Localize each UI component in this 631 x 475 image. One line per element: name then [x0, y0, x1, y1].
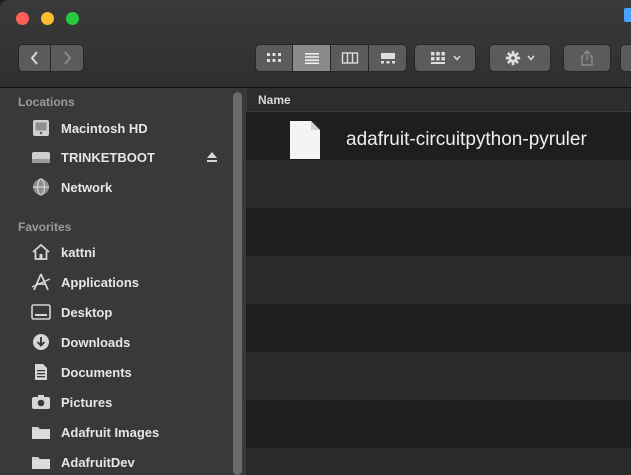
column-header-label: Name [258, 93, 291, 107]
chevron-left-icon [30, 51, 38, 65]
sidebar-item-label: Documents [61, 364, 132, 380]
icon-view-button[interactable] [255, 44, 293, 72]
file-name: adafruit-circuitpython-pyruler [346, 129, 587, 150]
folder-icon [30, 422, 52, 442]
table-row [246, 160, 631, 208]
sidebar-item-adafruit-images[interactable]: Adafruit Images [30, 421, 230, 443]
table-row [246, 256, 631, 304]
section-header-favorites: Favorites [18, 220, 72, 234]
sidebar-item-label: kattni [61, 244, 96, 260]
sidebar-item-kattni[interactable]: kattni [30, 241, 230, 263]
network-globe-icon [30, 177, 52, 197]
list-view-icon [304, 53, 319, 64]
table-row [246, 448, 631, 475]
column-view-icon [341, 52, 358, 64]
view-mode-group [255, 44, 407, 72]
forward-button[interactable] [51, 44, 84, 72]
external-drive-icon [30, 147, 52, 167]
sidebar-item-label: Network [61, 179, 113, 195]
chevron-right-icon [64, 51, 72, 65]
sidebar-item-pictures[interactable]: Pictures [30, 391, 230, 413]
sidebar-item-macintosh-hd[interactable]: Macintosh HD [30, 117, 230, 139]
applications-icon [30, 272, 52, 292]
grid-icon [431, 52, 445, 64]
sidebar-scrollbar[interactable] [233, 92, 242, 475]
window-edge-sliver [624, 8, 631, 22]
sidebar-item-label: AdafruitDev [61, 454, 135, 470]
pictures-icon [30, 392, 52, 412]
gallery-view-button[interactable] [369, 44, 407, 72]
sidebar-item-trinketboot[interactable]: TRINKETBOOT [30, 146, 230, 168]
table-row [246, 208, 631, 256]
arrange-button[interactable] [414, 44, 476, 72]
table-row [246, 400, 631, 448]
sidebar-item-label: Macintosh HD [61, 120, 148, 136]
sidebar-item-applications[interactable]: Applications [30, 271, 230, 293]
sidebar-item-network[interactable]: Network [30, 176, 230, 198]
gallery-view-icon [380, 53, 395, 64]
chevron-down-icon [453, 55, 461, 61]
share-icon [581, 50, 593, 66]
column-header-name[interactable]: Name [246, 88, 631, 112]
sidebar-item-adafruitdev[interactable]: AdafruitDev [30, 451, 230, 473]
minimize-button[interactable] [41, 12, 54, 25]
hard-drive-icon [30, 118, 52, 138]
sidebar-item-label: TRINKETBOOT [61, 149, 155, 165]
sidebar-item-downloads[interactable]: Downloads [30, 331, 230, 353]
share-button[interactable] [563, 44, 611, 72]
toolbar [0, 0, 631, 88]
tags-button[interactable] [620, 44, 631, 72]
eject-icon[interactable] [205, 150, 219, 164]
icon-view-icon [267, 53, 281, 62]
documents-icon [30, 362, 52, 382]
column-view-button[interactable] [331, 44, 369, 72]
zoom-button[interactable] [66, 12, 79, 25]
table-row [246, 304, 631, 352]
sidebar-item-documents[interactable]: Documents [30, 361, 230, 383]
back-button[interactable] [18, 44, 51, 72]
file-list: Name adafruit-circuitpython-pyruler [246, 88, 631, 475]
sidebar-item-label: Applications [61, 274, 140, 290]
chevron-down-icon [527, 55, 535, 61]
list-view-button[interactable] [293, 44, 331, 72]
sidebar-item-label: Desktop [61, 304, 113, 320]
back-forward-group [18, 44, 86, 72]
home-icon [30, 242, 52, 262]
section-header-locations: Locations [18, 95, 75, 109]
sidebar-item-desktop[interactable]: Desktop [30, 301, 230, 323]
desktop-icon [30, 302, 52, 322]
sidebar-item-label: Downloads [61, 334, 131, 350]
document-icon [290, 121, 320, 159]
close-button[interactable] [16, 12, 29, 25]
sidebar-item-label: Adafruit Images [61, 424, 160, 440]
downloads-icon [30, 332, 52, 352]
action-button[interactable] [489, 44, 551, 72]
gear-icon [505, 50, 521, 66]
table-row [246, 352, 631, 400]
sidebar-item-label: Pictures [61, 394, 113, 410]
folder-icon [30, 452, 52, 472]
finder-window: Locations Macintosh HD TRINKETBOOT Netwo… [0, 0, 631, 475]
